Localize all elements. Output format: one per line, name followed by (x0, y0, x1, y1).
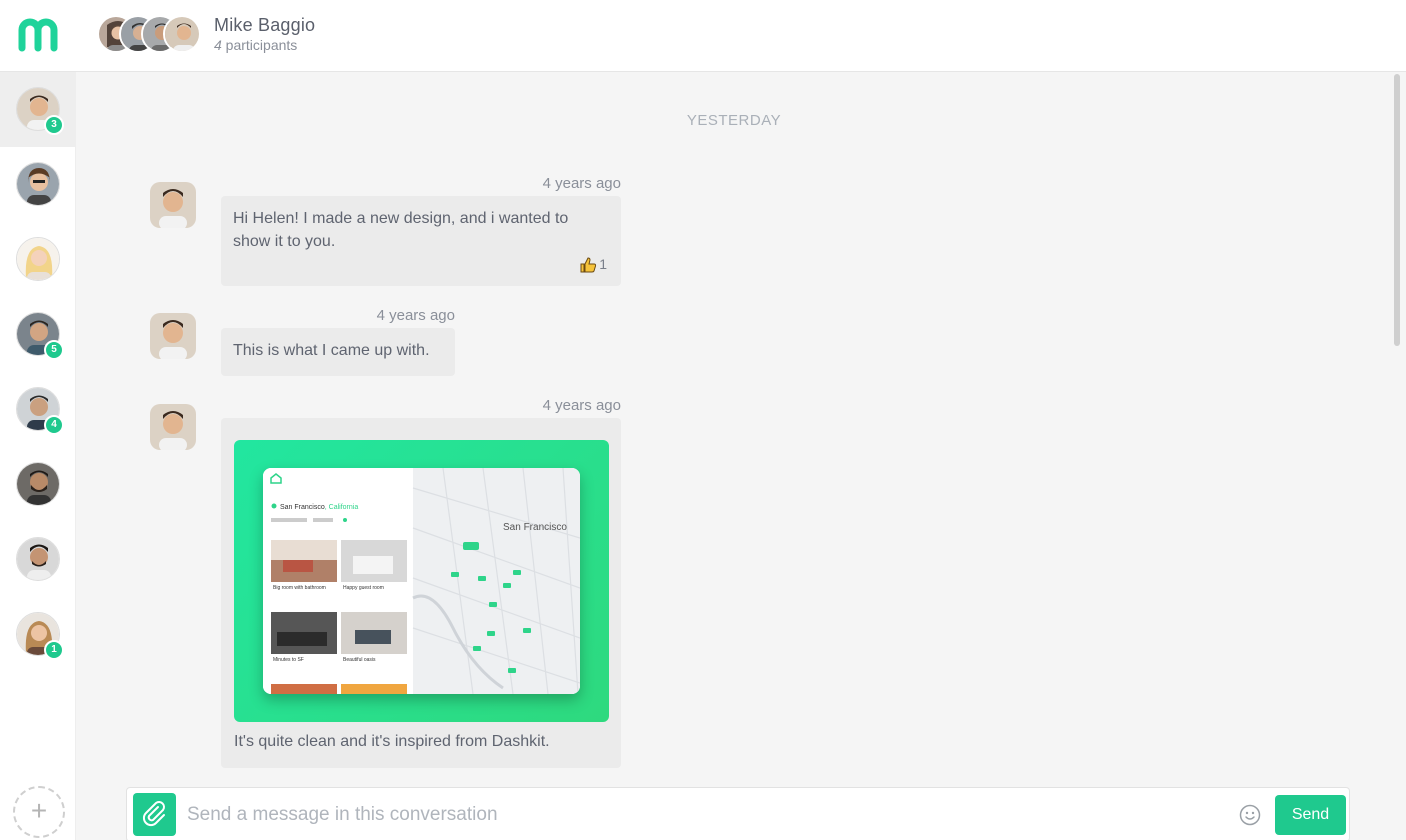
unread-badge: 3 (44, 115, 64, 135)
message-input[interactable] (187, 796, 1217, 834)
send-button[interactable]: Send (1275, 795, 1346, 835)
room-item[interactable] (0, 147, 76, 222)
unread-badge: 5 (44, 340, 64, 360)
sender-avatar[interactable] (150, 313, 196, 359)
attach-button[interactable] (133, 793, 176, 836)
message-timestamp: 4 years ago (542, 175, 621, 192)
room-item[interactable]: 1 (0, 597, 76, 672)
sender-avatar[interactable] (150, 404, 196, 450)
message-text: It's quite clean and it's inspired from … (234, 733, 550, 750)
room-item[interactable] (0, 522, 76, 597)
message-timestamp: 4 years ago (376, 307, 455, 324)
room-item[interactable]: 3 (0, 72, 76, 147)
svg-text:San Francisco, California: San Francisco, California (280, 504, 358, 511)
room-avatar (16, 237, 60, 281)
unread-badge: 4 (44, 415, 64, 435)
reaction[interactable]: 1 (579, 253, 607, 276)
preview-card-title: Minutes to SF (273, 657, 304, 663)
paperclip-icon (142, 801, 165, 827)
room-avatar (16, 162, 60, 206)
participant-avatars[interactable] (97, 15, 207, 53)
room-item[interactable] (0, 222, 76, 297)
app-logo[interactable] (18, 18, 58, 52)
emoji-icon[interactable] (1239, 804, 1261, 826)
message-bubble[interactable]: Hi Helen! I made a new design, and i wan… (221, 196, 621, 286)
conversation-header: Mike Baggio 4 participants (0, 0, 1406, 72)
participant-avatar (163, 15, 201, 53)
message-composer: Send (126, 787, 1350, 840)
message-bubble[interactable]: San Francisco San Francisco, California … (221, 418, 621, 768)
rooms-sidebar: 3 5 4 1 + (0, 72, 76, 840)
participants-count: 4 participants (214, 37, 297, 53)
room-item[interactable]: 5 (0, 297, 76, 372)
preview-state: , California (325, 504, 359, 511)
room-avatar (16, 537, 60, 581)
room-item[interactable] (0, 447, 76, 522)
conversation-title: Mike Baggio (214, 15, 316, 35)
reaction-count: 1 (599, 256, 607, 272)
thumbs-up-icon (580, 256, 597, 272)
room-avatar (16, 462, 60, 506)
design-preview: San Francisco San Francisco, California … (263, 468, 580, 694)
messages-area[interactable]: YESTERDAY 4 years ago Hi Helen! I made a… (76, 72, 1406, 840)
date-separator: YESTERDAY (686, 112, 782, 129)
room-item[interactable]: 4 (0, 372, 76, 447)
message-timestamp: 4 years ago (542, 397, 621, 414)
message-bubble[interactable]: This is what I came up with. (221, 328, 455, 376)
preview-card-title: Happy guest room (343, 585, 384, 591)
participants-label: participants (221, 37, 298, 53)
preview-card-title: Beautiful oasis (343, 657, 376, 663)
message-text: Hi Helen! I made a new design, and i wan… (233, 210, 569, 250)
participants-number: 4 (214, 37, 222, 53)
messages-scrollbar[interactable] (1394, 74, 1400, 346)
message-text: This is what I came up with. (233, 342, 430, 359)
add-room-button[interactable]: + (13, 786, 65, 838)
preview-card-title: Big room with bathroom (273, 585, 326, 591)
image-attachment[interactable]: San Francisco San Francisco, California … (234, 440, 609, 722)
preview-city: San Francisco (280, 504, 325, 511)
map-city-label: San Francisco (503, 522, 567, 533)
sender-avatar[interactable] (150, 182, 196, 228)
unread-badge: 1 (44, 640, 64, 660)
